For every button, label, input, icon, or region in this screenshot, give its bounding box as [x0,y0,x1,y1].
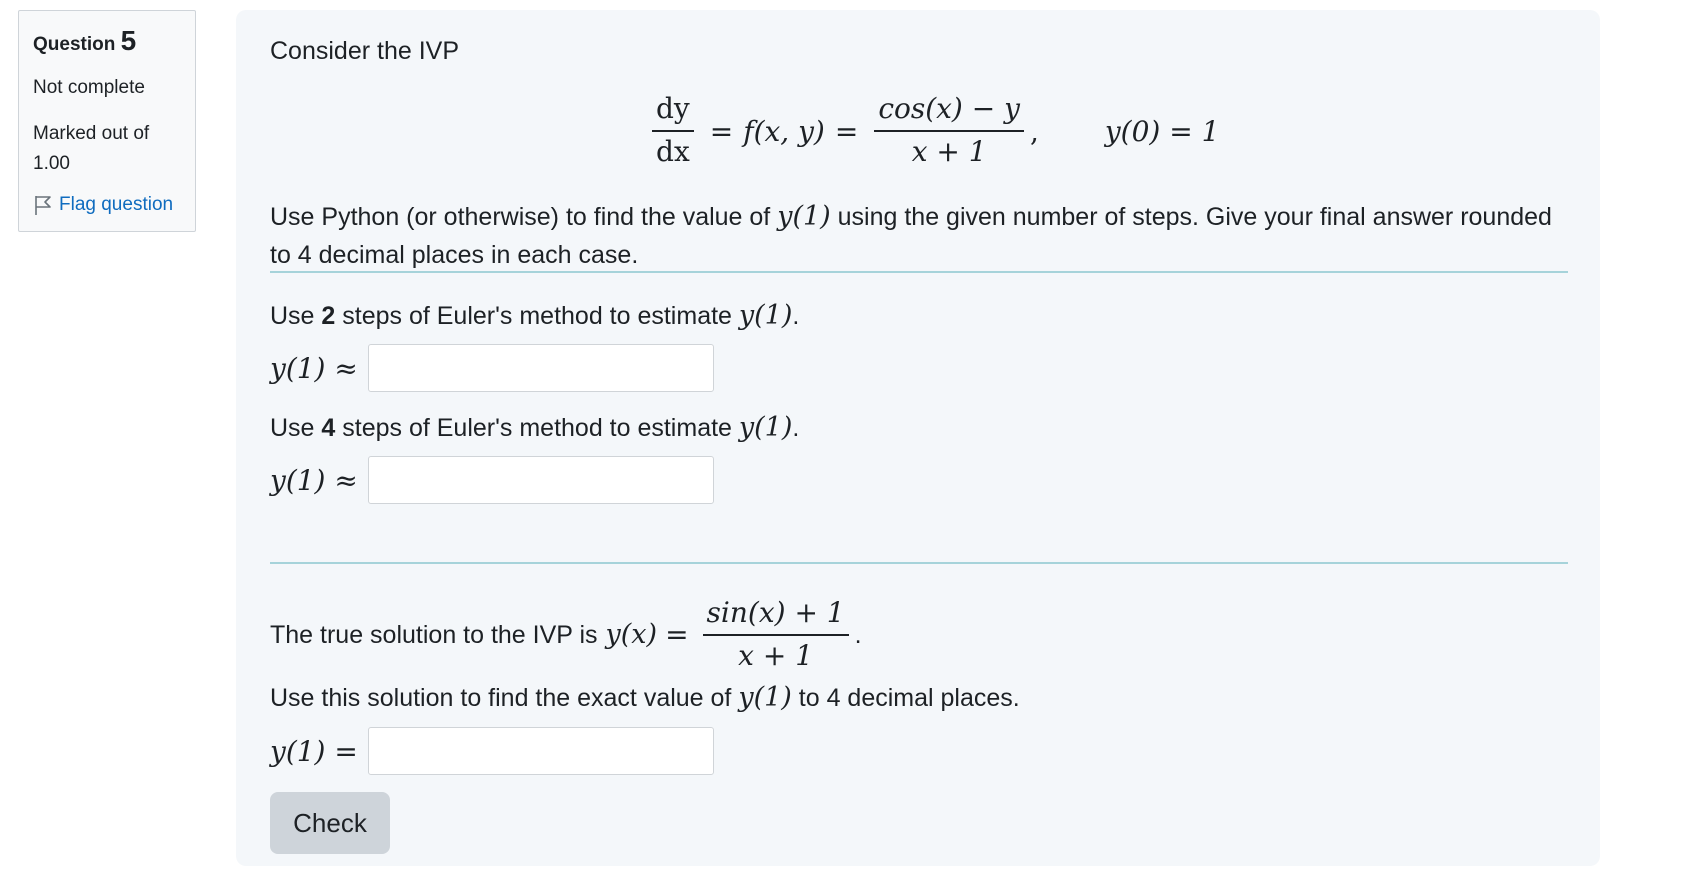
question-state: Not complete [33,77,145,98]
part-b-end: . [792,414,800,442]
part-b-prefix: Use [270,414,322,442]
part-a-answer-row: y(1) ≈ [270,344,714,392]
question-info-panel: Question 5 Not complete Marked out of 1.… [18,10,196,232]
ode-rhs-numerator: cos(x) − y [874,92,1024,132]
true-solution-end: . [854,621,862,649]
question-number: 5 [120,25,137,56]
part-a-steps: 2 [321,302,336,330]
question-content: Consider the IVP dy dx = f(x, y) = cos(x… [236,10,1600,866]
part-c-prefix: Use this solution to find the exact valu… [270,684,739,712]
ode-lhs-denominator: dx [656,135,690,168]
initial-condition: y(0) = 1 [1104,114,1220,148]
part-b-answer-label: y(1) ≈ [270,463,358,497]
part-b-prompt: Use 4 steps of Euler's method to estimat… [270,409,799,447]
ode-lhs-fraction: dy dx [652,92,694,170]
true-solution-numerator: sin(x) + 1 [702,596,849,636]
grade-value: 1.00 [33,153,70,174]
part-c-prompt: Use this solution to find the exact valu… [270,679,1020,717]
grade-label: Marked out of [33,123,150,144]
part-a-answer-label: y(1) ≈ [270,351,358,385]
part-c-answer-input[interactable] [367,727,714,775]
part-b-math: y(1) [738,412,793,443]
part-a-math: y(1) [738,300,793,331]
part-c-answer-row: y(1) = [270,727,714,775]
equals-sign: = [665,618,689,651]
flag-question-label: Flag question [59,194,174,215]
ode-lhs-numerator: dy [652,92,694,132]
part-b-suffix: steps of Euler's method to estimate [335,414,739,442]
equals-sign: = [834,114,859,148]
equals-sign: = [709,114,734,148]
flag-icon [35,196,51,215]
true-solution-lhs: y(x) [605,619,658,650]
instructions-math: y(1) [777,201,831,232]
question-label: Question [33,34,116,55]
part-b-answer-input[interactable] [367,456,714,504]
ode-equation: dy dx = f(x, y) = cos(x) − y x + 1 , y(0… [646,92,1219,170]
part-b-steps: 4 [321,414,336,442]
check-button[interactable]: Check [270,792,390,854]
ode-comma: , [1029,115,1039,148]
flag-question-link[interactable]: Flag question [33,194,195,216]
ode-rhs-denominator: x + 1 [911,135,987,168]
part-a-end: . [792,302,800,330]
question-grade: Marked out of 1.00 [33,119,195,179]
part-a-suffix: steps of Euler's method to estimate [335,302,739,330]
question-heading: Question 5 [33,23,195,63]
part-a-answer-input[interactable] [367,344,714,392]
question-instructions: Use Python (or otherwise) to find the va… [270,198,1560,274]
ode-function: f(x, y) [743,114,825,148]
part-c-suffix: to 4 decimal places. [791,684,1020,712]
part-a-prompt: Use 2 steps of Euler's method to estimat… [270,297,799,335]
true-solution: The true solution to the IVP is y(x) = s… [270,596,862,674]
part-a-prefix: Use [270,302,322,330]
true-solution-prefix: The true solution to the IVP is [270,621,598,649]
true-solution-denominator: x + 1 [738,639,814,672]
divider [270,562,1568,564]
part-b-answer-row: y(1) ≈ [270,456,714,504]
instructions-text-1: Use Python (or otherwise) to find the va… [270,203,778,231]
part-c-math: y(1) [738,682,792,713]
ode-rhs-fraction: cos(x) − y x + 1 [874,92,1024,170]
part-c-answer-label: y(1) = [270,734,358,768]
question-intro: Consider the IVP [270,37,459,65]
true-solution-fraction: sin(x) + 1 x + 1 [702,596,849,674]
divider [270,271,1568,273]
